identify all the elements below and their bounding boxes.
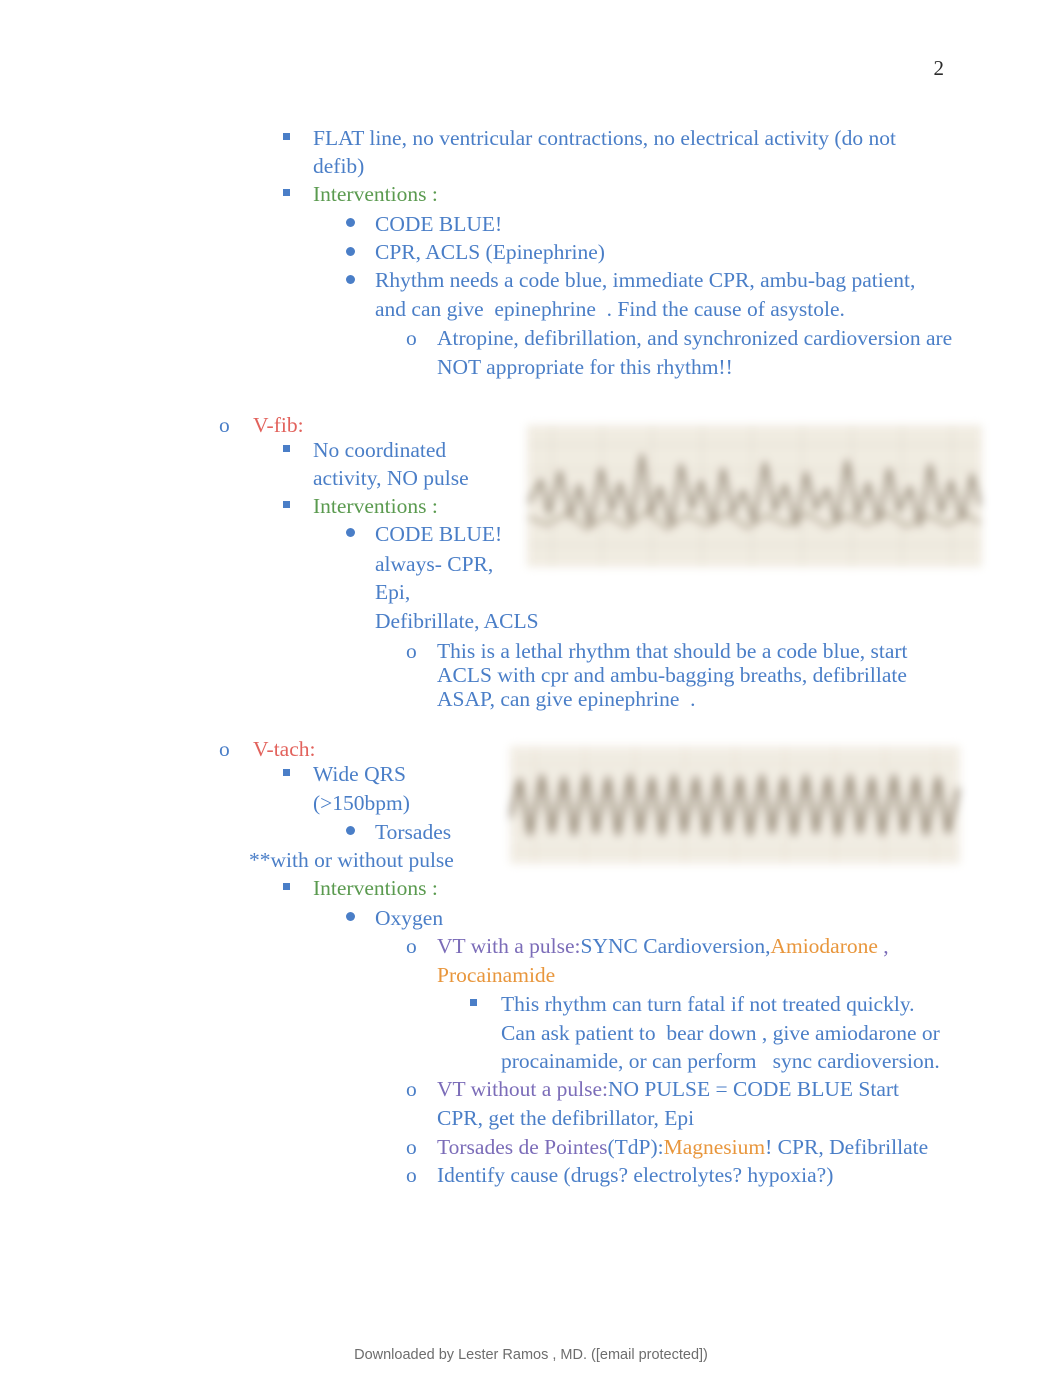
asystole-atropine-line-2: NOT appropriate for this rhythm!!	[437, 355, 733, 379]
o-bullet-marker: o	[219, 737, 230, 761]
asystole-interventions-label: Interventions :	[313, 182, 438, 206]
tdp-abbrev: (TdP):	[607, 1135, 664, 1159]
vtach-interventions-label: Interventions :	[313, 876, 438, 900]
o-bullet-marker: o	[406, 639, 417, 663]
vfib-always-cpr: always- CPR,	[375, 552, 494, 576]
vtach-heading: V-tach:	[253, 737, 316, 761]
asystole-rhythm-line-1: Rhythm needs a code blue, immediate CPR,…	[375, 268, 916, 292]
vt-without-pulse-lead: VT without a pulse:	[437, 1077, 608, 1101]
vtach-torsades-de-pointes-line: Torsades de Pointes(TdP):Magnesium! CPR,…	[437, 1133, 928, 1162]
vtach-torsades: Torsades	[375, 820, 452, 844]
vtach-oxygen: Oxygen	[375, 906, 444, 930]
vfib-no-coordinated-2: activity, NO pulse	[313, 466, 469, 490]
vfib-ecg-image	[527, 425, 982, 567]
dot-bullet-icon	[346, 912, 355, 921]
asystole-flat-line-2: defib)	[313, 154, 365, 178]
vtach-procainamide: Procainamide	[437, 963, 556, 987]
vt-with-pulse-comma: ,	[877, 934, 889, 958]
dot-bullet-icon	[346, 218, 355, 227]
vfib-ecg-waveform	[527, 425, 982, 567]
dot-bullet-icon	[346, 528, 355, 537]
asystole-cpr-acls: CPR, ACLS (Epinephrine)	[375, 240, 605, 264]
square-bullet-icon	[283, 769, 290, 776]
vfib-heading: V-fib:	[253, 413, 304, 437]
vtach-with-or-without-pulse: **with or without pulse	[249, 848, 454, 872]
dot-bullet-icon	[346, 247, 355, 256]
vtach-wide-qrs-1: Wide QRS	[313, 762, 406, 786]
vtach-vt-without-pulse-line: VT without a pulse:NO PULSE = CODE BLUE …	[437, 1075, 899, 1104]
o-bullet-marker: o	[406, 1135, 417, 1159]
vt-with-pulse-sync: SYNC Cardioversion,	[580, 934, 771, 958]
tdp-magnesium: Magnesium	[663, 1135, 766, 1159]
vfib-epi: Epi,	[375, 580, 411, 604]
vtach-wide-qrs-2: (>150bpm)	[313, 791, 410, 815]
vtach-ecg-image	[510, 746, 960, 864]
o-bullet-marker: o	[406, 326, 417, 350]
page-footer: Downloaded by Lester Ramos , MD. ([email…	[354, 1347, 708, 1363]
vfib-no-coordinated-1: No coordinated	[313, 438, 447, 462]
vtach-identify-cause: Identify cause (drugs? electrolytes? hyp…	[437, 1163, 834, 1187]
vt-with-pulse-lead: VT with a pulse:	[437, 934, 581, 958]
document-page: 2 FLAT line, no ventricular contractions…	[0, 0, 1062, 1377]
asystole-atropine-line-1: Atropine, defibrillation, and synchroniz…	[437, 326, 953, 350]
tdp-lead: Torsades de Pointes	[437, 1135, 608, 1159]
vt-with-pulse-amiodarone: Amiodarone	[770, 934, 878, 958]
vfib-lethal-line-3: ASAP, can give epinephrine .	[437, 687, 696, 711]
square-bullet-icon	[283, 883, 290, 890]
square-bullet-icon	[283, 445, 290, 452]
o-bullet-marker: o	[219, 413, 230, 437]
vfib-code-blue: CODE BLUE!	[375, 522, 503, 546]
square-bullet-icon	[470, 999, 477, 1006]
vfib-interventions-label: Interventions :	[313, 494, 438, 518]
asystole-rhythm-line-2: and can give epinephrine . Find the caus…	[375, 297, 845, 321]
vfib-defib-acls: Defibrillate, ACLS	[375, 609, 539, 633]
square-bullet-icon	[283, 501, 290, 508]
vtach-vt-with-pulse-line: VT with a pulse:SYNC Cardioversion,Amiod…	[437, 932, 889, 961]
square-bullet-icon	[283, 133, 290, 140]
vt-without-pulse-detail-1: NO PULSE = CODE BLUE Start	[608, 1077, 900, 1101]
vtach-fatal-note-3: procainamide, or can perform sync cardio…	[501, 1049, 940, 1073]
o-bullet-marker: o	[406, 1077, 417, 1101]
asystole-flat-line-1: FLAT line, no ventricular contractions, …	[313, 126, 896, 150]
o-bullet-marker: o	[406, 1163, 417, 1187]
page-number: 2	[933, 56, 945, 80]
vtach-vt-without-pulse-detail-2: CPR, get the defibrillator, Epi	[437, 1106, 695, 1130]
dot-bullet-icon	[346, 275, 355, 284]
dot-bullet-icon	[346, 826, 355, 835]
vtach-fatal-note-2: Can ask patient to bear down , give amio…	[501, 1021, 940, 1045]
square-bullet-icon	[283, 189, 290, 196]
tdp-tail: ! CPR, Defibrillate	[765, 1135, 929, 1159]
vtach-ecg-waveform	[510, 746, 960, 864]
vtach-fatal-note-1: This rhythm can turn fatal if not treate…	[501, 992, 915, 1016]
asystole-code-blue: CODE BLUE!	[375, 212, 503, 236]
o-bullet-marker: o	[406, 934, 417, 958]
